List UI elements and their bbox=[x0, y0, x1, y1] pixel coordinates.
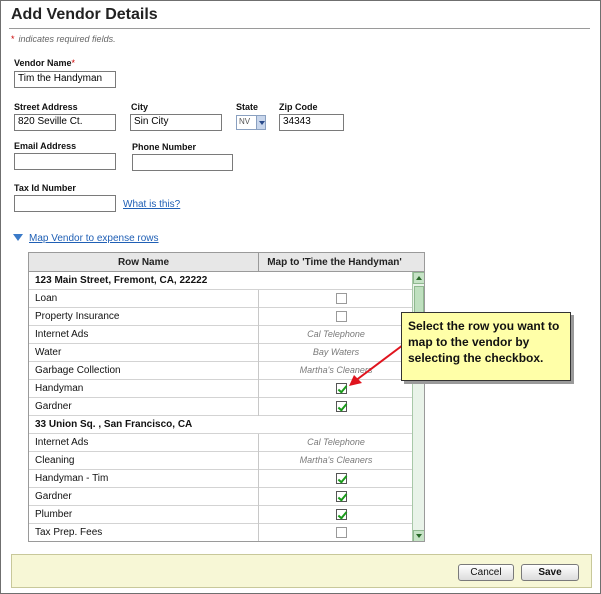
table-row: Handyman - Tim bbox=[29, 470, 412, 488]
city-label: City bbox=[131, 102, 149, 112]
mapping-table-header: Row Name Map to 'Time the Handyman' bbox=[29, 253, 424, 272]
tax-id-input[interactable] bbox=[14, 195, 116, 212]
map-cell bbox=[258, 290, 412, 308]
column-header-row-name: Row Name bbox=[117, 257, 170, 268]
row-name: Internet Ads bbox=[35, 329, 89, 340]
phone-input[interactable] bbox=[132, 154, 233, 171]
map-checkbox-checked[interactable] bbox=[336, 509, 347, 520]
map-checkbox-checked[interactable] bbox=[336, 473, 347, 484]
mapped-vendor: Cal Telephone bbox=[307, 437, 365, 447]
row-name: Handyman - Tim bbox=[35, 473, 109, 484]
map-cell bbox=[258, 308, 412, 326]
row-name: 33 Union Sq. , San Francisco, CA bbox=[35, 419, 193, 430]
mapped-vendor: Martha's Cleaners bbox=[299, 455, 373, 465]
dialog-footer: Cancel Save bbox=[11, 554, 592, 588]
vendor-name-label: Vendor Name* bbox=[14, 58, 75, 68]
phone-label: Phone Number bbox=[132, 142, 197, 152]
state-select[interactable]: NV bbox=[236, 115, 266, 130]
map-checkbox-checked[interactable] bbox=[336, 401, 347, 412]
email-label: Email Address bbox=[14, 141, 77, 151]
table-row: Loan bbox=[29, 290, 412, 308]
map-cell bbox=[258, 488, 412, 506]
table-row: Property Insurance bbox=[29, 308, 412, 326]
map-cell bbox=[258, 506, 412, 524]
map-checkbox-checked[interactable] bbox=[336, 491, 347, 502]
mapped-vendor: Cal Telephone bbox=[307, 329, 365, 339]
map-checkbox[interactable] bbox=[336, 293, 347, 304]
table-row: Plumber bbox=[29, 506, 412, 524]
map-vendor-toggle-link[interactable]: Map Vendor to expense rows bbox=[29, 233, 159, 244]
row-name: Property Insurance bbox=[35, 311, 120, 322]
table-row: Internet Ads Cal Telephone bbox=[29, 434, 412, 452]
map-cell: Martha's Cleaners bbox=[258, 452, 412, 470]
city-input[interactable]: Sin City bbox=[130, 114, 222, 131]
row-name: Plumber bbox=[35, 509, 73, 520]
row-name: Gardner bbox=[35, 401, 72, 412]
group-row: 123 Main Street, Fremont, CA, 22222 bbox=[29, 272, 412, 290]
table-row: Tax Prep. Fees bbox=[29, 524, 412, 541]
column-header-map-to: Map to 'Time the Handyman' bbox=[267, 257, 402, 268]
state-select-value: NV bbox=[239, 117, 251, 126]
row-name: Handyman bbox=[35, 383, 84, 394]
row-name: Loan bbox=[35, 293, 58, 304]
vendor-name-required-star: * bbox=[71, 58, 76, 68]
what-is-this-link[interactable]: What is this? bbox=[123, 199, 180, 210]
row-name: Cleaning bbox=[35, 455, 75, 466]
mapping-rows: 123 Main Street, Fremont, CA, 22222 Loan… bbox=[29, 272, 412, 541]
group-row: 33 Union Sq. , San Francisco, CA bbox=[29, 416, 412, 434]
row-name: Internet Ads bbox=[35, 437, 89, 448]
vendor-name-input[interactable]: Tim the Handyman bbox=[14, 71, 116, 88]
instruction-callout: Select the row you want to map to the ve… bbox=[401, 312, 571, 381]
row-name: Gardner bbox=[35, 491, 72, 502]
zip-code-input[interactable]: 34343 bbox=[279, 114, 344, 131]
scroll-up-icon[interactable] bbox=[413, 272, 424, 284]
title-divider bbox=[9, 28, 590, 29]
map-checkbox[interactable] bbox=[336, 527, 347, 538]
table-row: Gardner bbox=[29, 398, 412, 416]
map-cell bbox=[258, 470, 412, 488]
save-button[interactable]: Save bbox=[521, 564, 579, 581]
map-checkbox[interactable] bbox=[336, 311, 347, 322]
row-name: Tax Prep. Fees bbox=[35, 527, 103, 538]
map-cell bbox=[258, 524, 412, 541]
chevron-down-icon[interactable] bbox=[256, 116, 265, 129]
row-name: Water bbox=[35, 347, 62, 358]
vendor-name-label-text: Vendor Name bbox=[14, 58, 72, 68]
scroll-down-icon[interactable] bbox=[413, 530, 424, 541]
cancel-button[interactable]: Cancel bbox=[458, 564, 514, 581]
email-input[interactable] bbox=[14, 153, 116, 170]
required-note-text: indicates required fields. bbox=[18, 34, 116, 44]
street-address-label: Street Address bbox=[14, 102, 78, 112]
map-cell bbox=[258, 398, 412, 416]
required-fields-note: * indicates required fields. bbox=[11, 34, 116, 44]
triangle-down-icon[interactable] bbox=[13, 234, 23, 242]
street-address-input[interactable]: 820 Seville Ct. bbox=[14, 114, 116, 131]
mapping-table: Row Name Map to 'Time the Handyman' 123 … bbox=[28, 252, 425, 542]
state-label: State bbox=[236, 102, 259, 112]
required-star: * bbox=[11, 34, 15, 44]
row-name: Garbage Collection bbox=[35, 365, 121, 376]
map-cell bbox=[258, 272, 412, 290]
map-cell: Cal Telephone bbox=[258, 434, 412, 452]
table-row: Gardner bbox=[29, 488, 412, 506]
page-title: Add Vendor Details bbox=[11, 6, 158, 23]
row-name: 123 Main Street, Fremont, CA, 22222 bbox=[35, 275, 208, 286]
map-cell bbox=[258, 416, 412, 434]
tax-id-label: Tax Id Number bbox=[14, 183, 76, 193]
zip-code-label: Zip Code bbox=[279, 102, 318, 112]
dialog-frame: Add Vendor Details * indicates required f… bbox=[0, 0, 601, 594]
table-row: Cleaning Martha's Cleaners bbox=[29, 452, 412, 470]
